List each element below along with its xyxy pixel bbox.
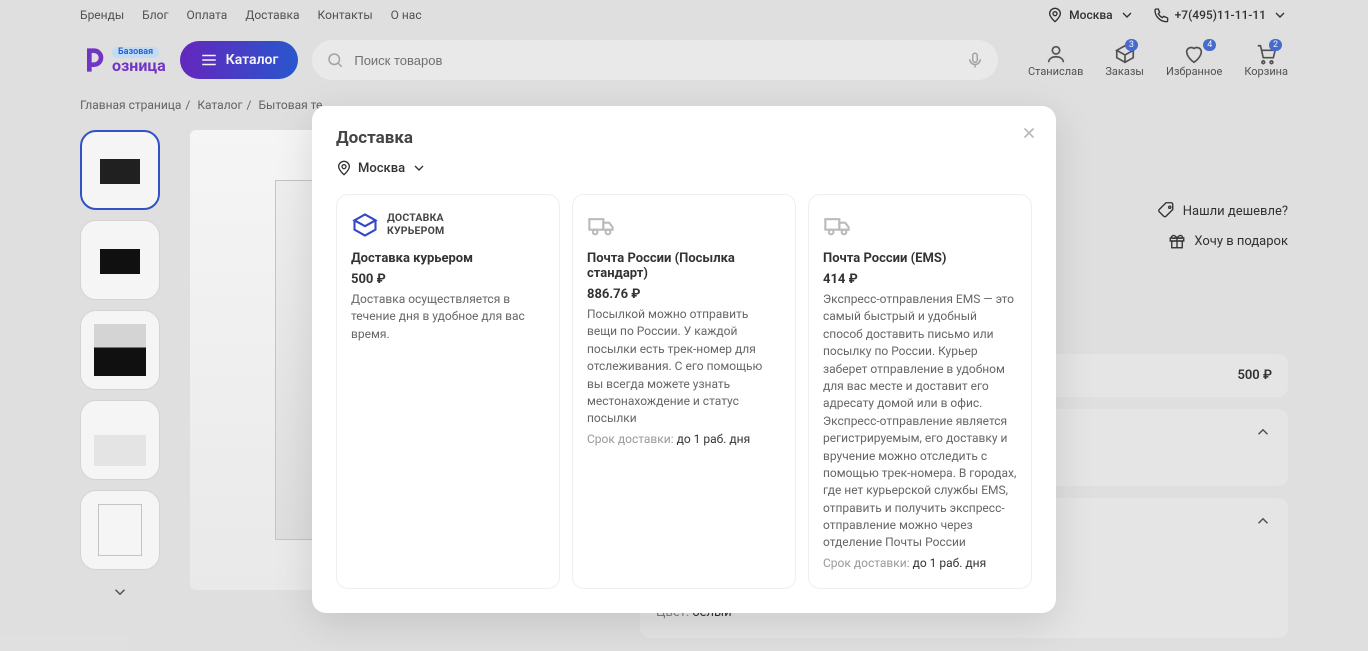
thumbs-next[interactable] <box>80 580 160 604</box>
city-label: Москва <box>1069 8 1112 22</box>
pin-icon <box>1047 7 1063 23</box>
cart-button[interactable]: 2 Корзина <box>1244 43 1288 78</box>
fav-badge: 4 <box>1203 39 1216 51</box>
modal-city-selector[interactable]: Москва <box>336 160 1032 176</box>
search[interactable] <box>312 40 998 80</box>
delivery-cards: ДОСТАВКА КУРЬЕРОМ Доставка курьером 500 … <box>336 194 1032 589</box>
catalog-button[interactable]: Каталог <box>180 41 299 79</box>
search-input[interactable] <box>354 53 956 68</box>
topnav-contacts[interactable]: Контакты <box>318 8 373 22</box>
card-term: Срок доставки: до 1 раб. дня <box>587 432 781 446</box>
card-price: 500 ₽ <box>351 272 545 287</box>
modal-title: Доставка <box>336 128 1032 148</box>
topnav-delivery[interactable]: Доставка <box>245 8 299 22</box>
card-title: Почта России (EMS) <box>823 251 1017 266</box>
delivery-card-ems[interactable]: Почта России (EMS) 414 ₽ Экспресс-отправ… <box>808 194 1032 589</box>
phone-icon <box>1153 7 1169 23</box>
truck-icon <box>587 211 615 239</box>
card-term: Срок доставки: до 1 раб. дня <box>823 556 1017 570</box>
topnav-links: Бренды Блог Оплата Доставка Контакты О н… <box>80 8 422 22</box>
crumb-home[interactable]: Главная страница <box>80 98 181 112</box>
truck-icon <box>823 211 851 239</box>
header: Базовая озница Каталог Станислав 3 Заказ… <box>0 30 1368 90</box>
card-title: Доставка курьером <box>351 251 545 266</box>
topbar-right: Москва +7(495)11-11-11 <box>1047 7 1288 23</box>
card-sub2: КУРЬЕРОМ <box>387 225 444 238</box>
thumb-3[interactable] <box>80 310 160 390</box>
box-icon <box>351 211 379 239</box>
thumb-5[interactable] <box>80 490 160 570</box>
card-price: 414 ₽ <box>823 272 1017 287</box>
gift-icon <box>1168 232 1186 250</box>
phone-selector[interactable]: +7(495)11-11-11 <box>1153 7 1288 23</box>
card-desc: Доставка осуществляется в течение дня в … <box>351 291 545 343</box>
delivery-card-courier[interactable]: ДОСТАВКА КУРЬЕРОМ Доставка курьером 500 … <box>336 194 560 589</box>
tag-icon <box>1157 202 1175 220</box>
chevron-up-icon <box>1254 423 1272 441</box>
close-icon <box>1020 124 1038 142</box>
delivery-modal: Доставка Москва ДОСТАВКА КУРЬЕРОМ Достав… <box>312 106 1056 613</box>
account-label: Станислав <box>1028 65 1083 78</box>
fav-label: Избранное <box>1166 65 1222 78</box>
card-title: Почта России (Посылка стандарт) <box>587 251 781 281</box>
logo[interactable]: Базовая озница <box>80 46 166 74</box>
favorites-button[interactable]: 4 Избранное <box>1166 43 1222 78</box>
city-selector[interactable]: Москва <box>1047 7 1134 23</box>
topnav-about[interactable]: О нас <box>391 8 422 22</box>
topnav-payment[interactable]: Оплата <box>187 8 228 22</box>
thumb-4[interactable] <box>80 400 160 480</box>
chevron-down-icon <box>1272 7 1288 23</box>
topnav-blog[interactable]: Блог <box>142 8 168 22</box>
chevron-down-icon <box>1119 7 1135 23</box>
crumb-category[interactable]: Бытовая те <box>258 98 322 112</box>
delivery-price: 500 ₽ <box>1237 368 1272 383</box>
cart-badge: 2 <box>1269 39 1282 51</box>
cart-label: Корзина <box>1244 65 1288 78</box>
crumb-catalog[interactable]: Каталог <box>197 98 242 112</box>
catalog-label: Каталог <box>226 52 279 68</box>
thumb-2[interactable] <box>80 220 160 300</box>
chevron-down-icon <box>411 160 427 176</box>
want-gift-label: Хочу в подарок <box>1194 234 1288 249</box>
logo-icon <box>80 46 108 74</box>
search-icon <box>326 51 344 69</box>
card-price: 886.76 ₽ <box>587 287 781 302</box>
user-icon <box>1045 43 1067 65</box>
card-desc: Посылкой можно отправить вещи по России.… <box>587 306 781 428</box>
orders-badge: 3 <box>1125 39 1138 51</box>
thumbnails <box>80 130 170 638</box>
topbar: Бренды Блог Оплата Доставка Контакты О н… <box>0 0 1368 30</box>
delivery-card-standard[interactable]: Почта России (Посылка стандарт) 886.76 ₽… <box>572 194 796 589</box>
close-button[interactable] <box>1020 124 1038 142</box>
mic-icon[interactable] <box>966 51 984 69</box>
heart-icon <box>1183 43 1205 65</box>
thumb-1[interactable] <box>80 130 160 210</box>
header-icons: Станислав 3 Заказы 4 Избранное 2 Корзина <box>1028 43 1288 78</box>
account-button[interactable]: Станислав <box>1028 43 1083 78</box>
found-cheaper-label: Нашли дешевле? <box>1183 204 1288 219</box>
card-desc: Экспресс-отправления EMS — это самый быс… <box>823 291 1017 552</box>
orders-label: Заказы <box>1105 65 1144 78</box>
orders-button[interactable]: 3 Заказы <box>1105 43 1144 78</box>
menu-icon <box>200 51 218 69</box>
phone-number: +7(495)11-11-11 <box>1175 8 1266 22</box>
chevron-down-icon <box>111 583 129 601</box>
logo-text: озница <box>112 58 166 74</box>
topnav-brands[interactable]: Бренды <box>80 8 124 22</box>
modal-city-label: Москва <box>358 161 405 176</box>
pin-icon <box>336 160 352 176</box>
chevron-up-icon <box>1254 512 1272 530</box>
